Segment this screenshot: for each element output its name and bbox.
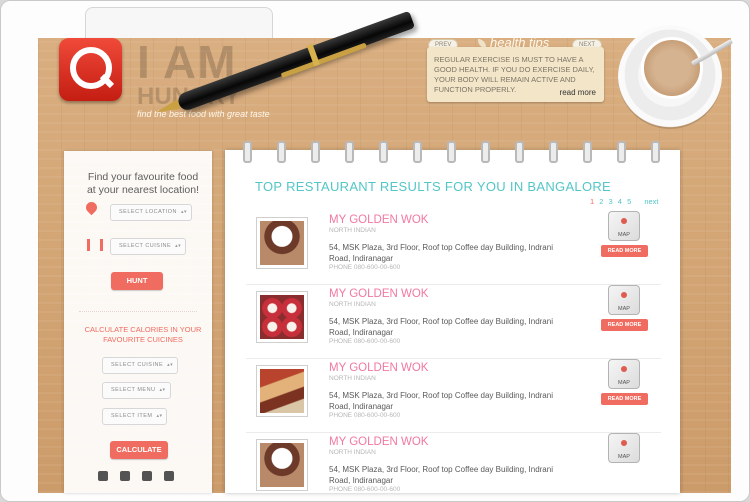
map-label: MAP: [618, 380, 630, 386]
restaurant-name[interactable]: MY GOLDEN WOK: [329, 362, 428, 374]
map-button[interactable]: MAP: [608, 211, 640, 241]
pagination: 1 2 3 4 5 next: [590, 197, 662, 206]
page-link[interactable]: 4: [618, 197, 622, 206]
logo[interactable]: [59, 38, 122, 101]
result-row: MY GOLDEN WOK NORTH INDIAN 54, MSK Plaza…: [246, 359, 661, 433]
food-thumbnail[interactable]: [256, 365, 308, 417]
spiral-ring: [515, 141, 524, 163]
spiral-ring: [413, 141, 422, 163]
restaurant-phone: PHONE 080-600-00-600: [329, 486, 401, 493]
map-label: MAP: [618, 454, 630, 460]
spiral-ring: [651, 141, 660, 163]
map-pin-icon: [621, 218, 627, 224]
result-row: MY GOLDEN WOK NORTH INDIAN 54, MSK Plaza…: [246, 433, 661, 501]
spiral-ring: [481, 141, 490, 163]
spiral-ring: [311, 141, 320, 163]
restaurant-cuisine: NORTH INDIAN: [329, 375, 376, 382]
restaurant-phone: PHONE 080-600-00-600: [329, 412, 401, 419]
calories-heading: CALCULATE CALORIES IN YOUR FAVOURITE CUI…: [84, 325, 202, 344]
q-fork-icon: [70, 47, 112, 89]
location-pin-icon: [83, 199, 100, 216]
restaurant-name[interactable]: MY GOLDEN WOK: [329, 214, 428, 226]
spiral-ring: [345, 141, 354, 163]
food-thumbnail[interactable]: [256, 439, 308, 491]
spiral-ring: [617, 141, 626, 163]
health-tips-card: REGULAR EXERCISE IS MUST TO HAVE A GOOD …: [427, 47, 604, 102]
result-row: MY GOLDEN WOK NORTH INDIAN 54, MSK Plaza…: [246, 211, 661, 285]
map-button[interactable]: MAP: [608, 359, 640, 389]
map-pin-icon: [621, 440, 627, 446]
spiral-ring: [243, 141, 252, 163]
restaurant-phone: PHONE 080-600-00-600: [329, 338, 401, 345]
page-link[interactable]: 5: [627, 197, 631, 206]
restaurant-address: 54, MSK Plaza, 3rd Floor, Roof top Coffe…: [329, 317, 553, 337]
restaurant-address: 54, MSK Plaza, 3rd Floor, Roof top Coffe…: [329, 391, 553, 411]
drink-icon[interactable]: [98, 471, 108, 481]
select-cuisine[interactable]: SELECT CUISINE: [110, 238, 187, 255]
restaurant-cuisine: NORTH INDIAN: [329, 227, 376, 234]
food-thumbnail[interactable]: [256, 217, 308, 269]
fastfood-icon[interactable]: [120, 471, 130, 481]
page-link[interactable]: 1: [590, 197, 594, 206]
map-button[interactable]: MAP: [608, 433, 640, 463]
page-link[interactable]: 3: [609, 197, 613, 206]
food-thumbnail[interactable]: [256, 291, 308, 343]
fork-spoon-icon: [87, 239, 103, 251]
spiral-ring: [549, 141, 558, 163]
restaurant-phone: PHONE 080-600-00-600: [329, 264, 401, 271]
hunt-button[interactable]: HUNT: [111, 272, 163, 290]
spiral-ring: [379, 141, 388, 163]
map-button[interactable]: MAP: [608, 285, 640, 315]
calc-select-item[interactable]: SELECT ITEM: [102, 408, 168, 425]
restaurant-cuisine: NORTH INDIAN: [329, 449, 376, 456]
spiral-ring: [277, 141, 286, 163]
calc-select-cuisine[interactable]: SELECT CUISINE: [102, 357, 179, 374]
coffee-icon: [641, 37, 703, 99]
results-title: TOP RESTAURANT RESULTS FOR YOU IN BANGAL…: [255, 179, 612, 194]
cone-icon[interactable]: [164, 471, 174, 481]
read-more-button[interactable]: READ MORE: [601, 319, 648, 331]
sidebar-heading: Find your favourite food at your nearest…: [86, 171, 200, 196]
read-more-button[interactable]: READ MORE: [601, 245, 648, 257]
select-location[interactable]: SELECT LOCATION: [110, 204, 193, 221]
tips-read-more-link[interactable]: read more: [560, 88, 596, 97]
spiral-ring: [447, 141, 456, 163]
restaurant-cuisine: NORTH INDIAN: [329, 301, 376, 308]
search-sidebar: Find your favourite food at your nearest…: [64, 151, 212, 493]
spiral-ring: [583, 141, 592, 163]
ice-cream-icon[interactable]: [142, 471, 152, 481]
result-row: MY GOLDEN WOK NORTH INDIAN 54, MSK Plaza…: [246, 285, 661, 359]
read-more-button[interactable]: READ MORE: [601, 393, 648, 405]
restaurant-address: 54, MSK Plaza, 3rd Floor, Roof top Coffe…: [329, 243, 553, 263]
next-page-link[interactable]: next: [644, 197, 658, 206]
restaurant-name[interactable]: MY GOLDEN WOK: [329, 288, 428, 300]
sidebar-divider: [79, 311, 197, 312]
calc-select-menu[interactable]: SELECT MENU: [102, 382, 171, 399]
restaurant-name[interactable]: MY GOLDEN WOK: [329, 436, 428, 448]
restaurant-address: 54, MSK Plaza, 3rd Floor, Roof top Coffe…: [329, 465, 553, 485]
map-label: MAP: [618, 232, 630, 238]
map-label: MAP: [618, 306, 630, 312]
browser-frame: I AM HUNGRY find the best food with grea…: [0, 0, 750, 502]
page-link[interactable]: 2: [599, 197, 603, 206]
calculate-button[interactable]: CALCULATE: [110, 441, 168, 459]
map-pin-icon: [621, 292, 627, 298]
map-pin-icon: [621, 366, 627, 372]
